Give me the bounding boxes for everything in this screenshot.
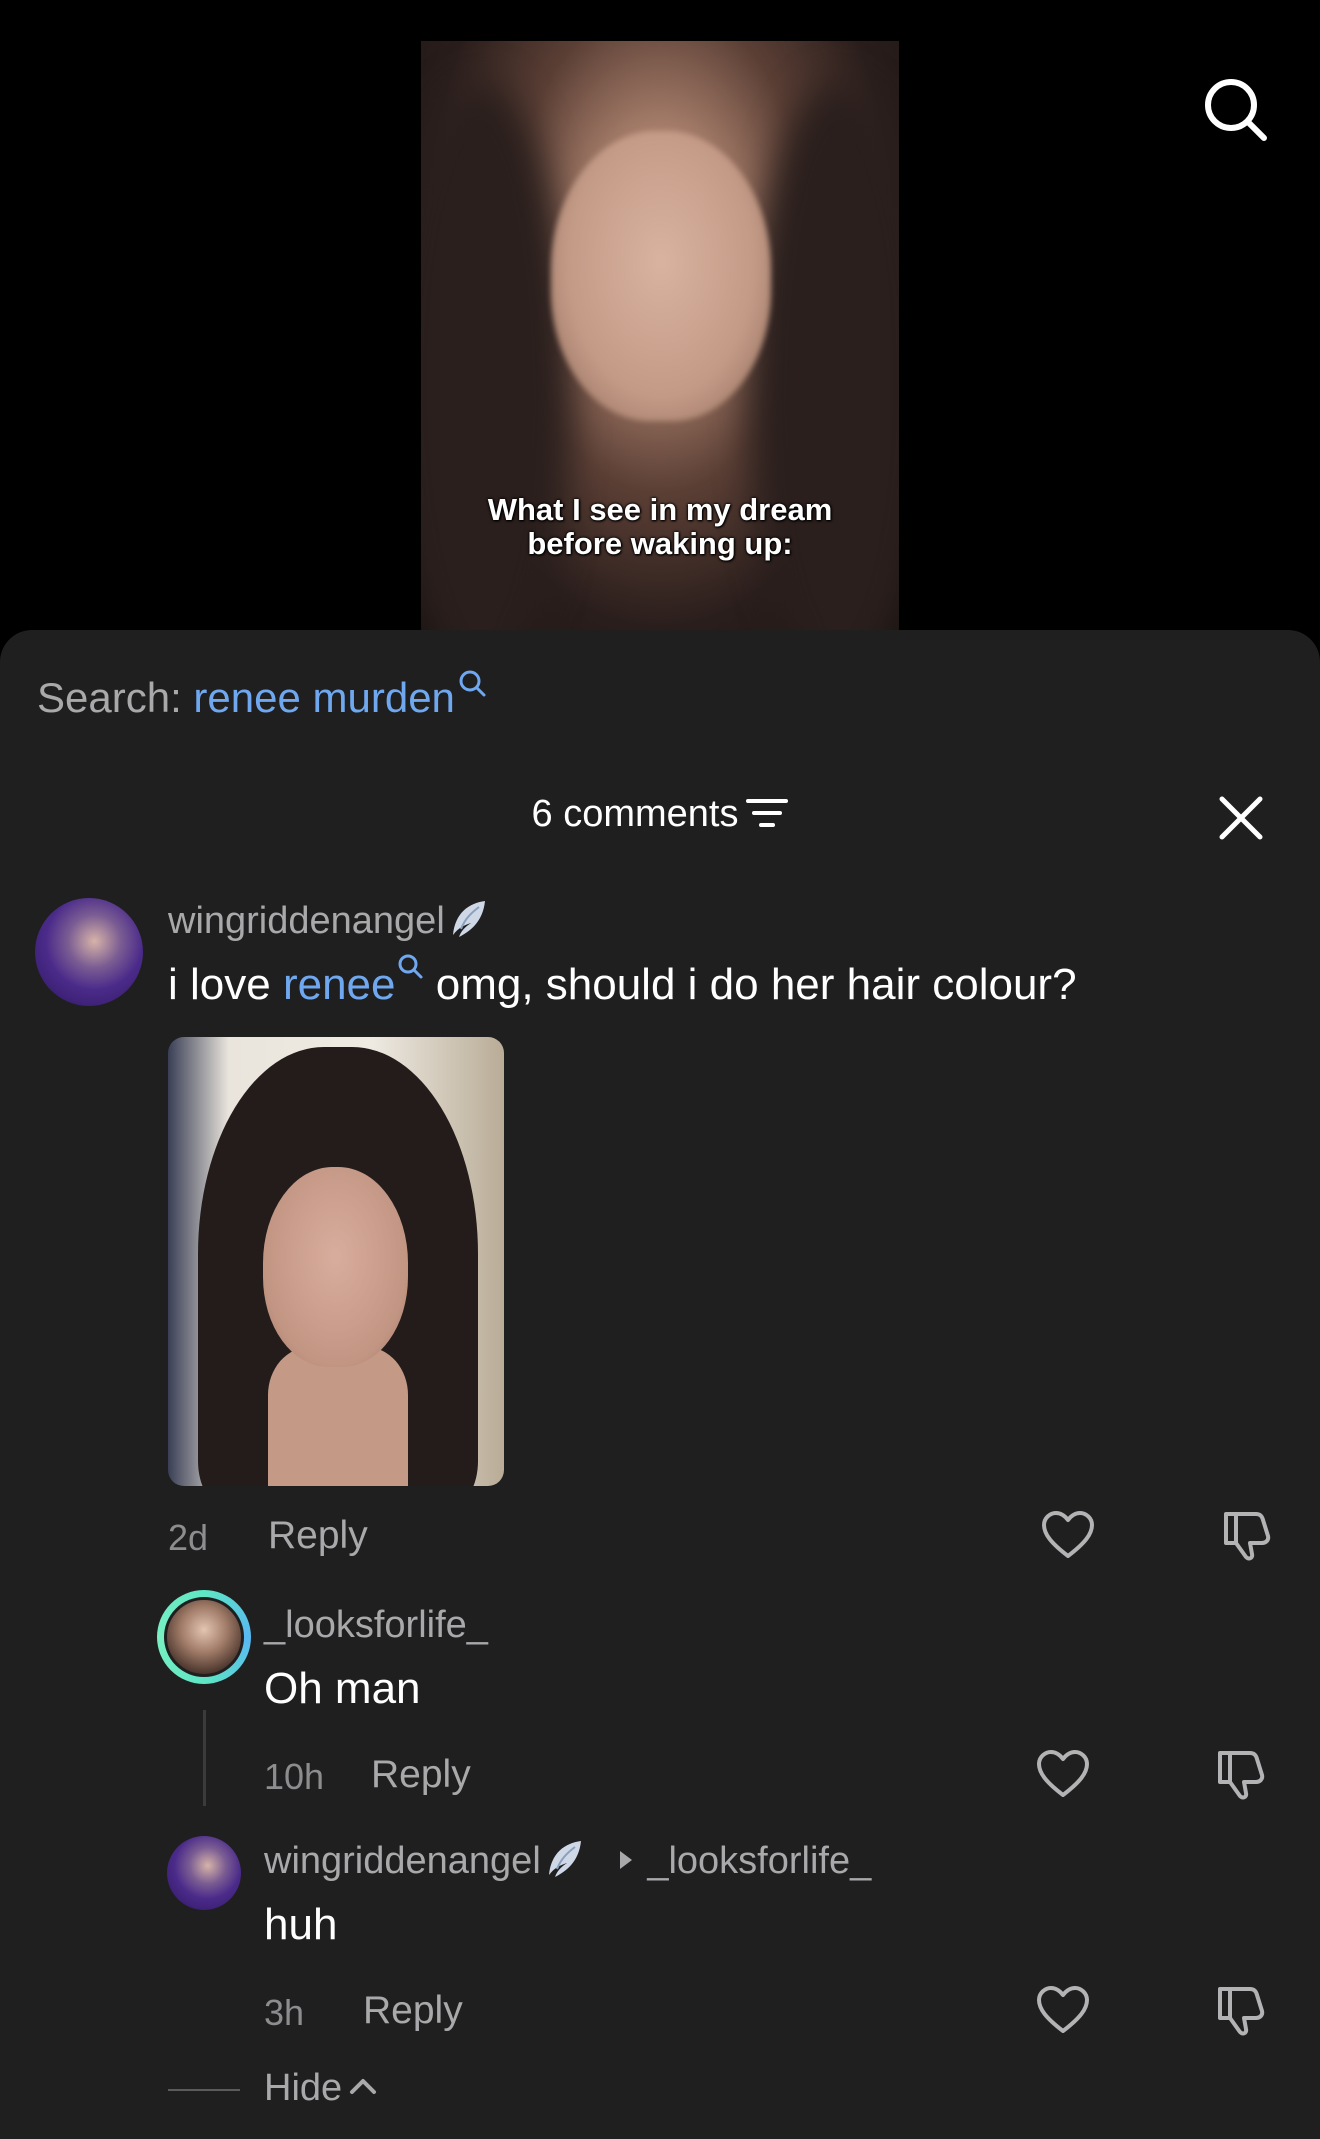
comment-count: 6 comments bbox=[531, 793, 739, 835]
comment-photo[interactable] bbox=[168, 1037, 504, 1486]
avatar[interactable] bbox=[35, 898, 143, 1006]
thumbs-down-icon[interactable] bbox=[1220, 1508, 1274, 1562]
hide-divider bbox=[168, 2089, 240, 2091]
search-icon[interactable] bbox=[1202, 76, 1268, 142]
reply-text: huh bbox=[264, 1900, 338, 1949]
hide-replies-button[interactable]: Hide bbox=[264, 2067, 378, 2110]
reply-time: 3h bbox=[264, 1992, 305, 2033]
heart-icon[interactable] bbox=[1036, 1749, 1090, 1799]
heart-icon[interactable] bbox=[1041, 1510, 1095, 1560]
search-suggestion[interactable]: Search: renee murden bbox=[37, 670, 487, 722]
reply-username[interactable]: wingriddenangel _looksforlife_ bbox=[264, 1840, 871, 1883]
video-preview[interactable]: What I see in my dream before waking up: bbox=[421, 41, 899, 631]
search-icon bbox=[459, 670, 486, 697]
search-query[interactable]: renee murden bbox=[193, 674, 455, 721]
reply-to-username[interactable]: _looksforlife_ bbox=[647, 1840, 871, 1882]
close-icon[interactable] bbox=[1218, 795, 1264, 841]
reply-button[interactable]: Reply bbox=[363, 1989, 463, 2033]
reply-time: 10h bbox=[264, 1756, 325, 1797]
comment-time: 2d bbox=[168, 1517, 209, 1558]
heart-icon[interactable] bbox=[1036, 1985, 1090, 2035]
reply-text: Oh man bbox=[264, 1664, 421, 1713]
thumbs-down-icon[interactable] bbox=[1214, 1983, 1268, 2037]
angel-wing-icon bbox=[548, 1840, 581, 1877]
avatar[interactable] bbox=[167, 1836, 241, 1910]
reply-button[interactable]: Reply bbox=[268, 1514, 368, 1558]
thread-line bbox=[203, 1710, 206, 1806]
filter-icon[interactable] bbox=[746, 797, 789, 829]
chevron-up-icon bbox=[350, 2078, 377, 2094]
reply-username[interactable]: _looksforlife_ bbox=[264, 1604, 488, 1647]
reply-arrow-icon bbox=[620, 1850, 633, 1869]
avatar[interactable] bbox=[164, 1597, 244, 1677]
search-icon bbox=[398, 954, 422, 979]
angel-wing-icon bbox=[452, 900, 485, 937]
comment-username[interactable]: wingriddenangel bbox=[168, 900, 489, 943]
thumbs-down-icon[interactable] bbox=[1214, 1747, 1268, 1801]
reply-button[interactable]: Reply bbox=[371, 1753, 471, 1797]
comment-text: i love renee omg, should i do her hair c… bbox=[168, 954, 1077, 1010]
video-caption: What I see in my dream before waking up: bbox=[487, 492, 833, 561]
comments-header[interactable]: 6 comments bbox=[0, 793, 1320, 836]
mention-link[interactable]: renee bbox=[283, 960, 396, 1009]
